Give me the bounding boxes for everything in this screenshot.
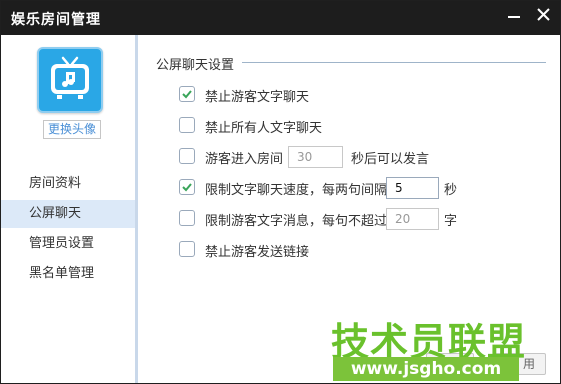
watermark-url: www.jsgho.com <box>333 357 519 381</box>
change-avatar-button[interactable]: 更换头像 <box>43 120 101 139</box>
room-avatar[interactable] <box>37 47 103 113</box>
title-bar: 娱乐房间管理 <box>1 1 560 35</box>
checkbox-forbid-guest-chat[interactable] <box>179 86 195 102</box>
sidebar-item-admin-settings[interactable]: 管理员设置 <box>1 230 135 258</box>
minimize-icon <box>508 16 520 18</box>
sidebar-item-public-chat[interactable]: 公屏聊天 <box>1 200 135 228</box>
sidebar-item-room-info[interactable]: 房间资料 <box>1 170 135 198</box>
section-title: 公屏聊天设置 <box>156 54 243 73</box>
room-management-window: 娱乐房间管理 更换头像 房间资料 公屏聊天 管理员设置 黑名单管理 公屏聊天设置… <box>0 0 561 384</box>
sidebar: 更换头像 房间资料 公屏聊天 管理员设置 黑名单管理 <box>1 35 138 383</box>
guest-delay-input[interactable] <box>288 146 343 168</box>
checkbox-guest-delay[interactable] <box>179 148 195 164</box>
watermark-logo: 技术员联盟 www.jsgho.com <box>331 311 560 383</box>
music-tv-icon <box>51 56 89 99</box>
section-divider <box>236 62 546 63</box>
checkbox-forbid-guest-links[interactable] <box>179 241 195 257</box>
checkbox-chat-speed-limit[interactable] <box>179 179 195 195</box>
window-title: 娱乐房间管理 <box>11 12 101 28</box>
option-label: 禁止所有人文字聊天 <box>205 121 323 136</box>
checkmark-icon <box>182 183 192 192</box>
message-length-input[interactable] <box>386 208 439 230</box>
option-suffix: 秒后可以发言 <box>351 152 430 167</box>
option-label: 禁止游客发送链接 <box>205 245 310 260</box>
option-label: 游客进入房间 <box>205 152 284 167</box>
checkmark-icon <box>182 90 192 99</box>
option-label: 禁止游客文字聊天 <box>205 90 310 105</box>
checkbox-forbid-all-chat[interactable] <box>179 117 195 133</box>
checkbox-guest-message-limit[interactable] <box>179 210 195 226</box>
option-label: 限制游客文字消息，每句不超过 <box>205 214 388 229</box>
option-suffix: 字 <box>444 214 458 229</box>
minimize-button[interactable] <box>499 1 529 29</box>
close-button[interactable] <box>529 1 559 29</box>
close-icon <box>537 8 550 21</box>
chat-interval-input[interactable] <box>386 177 439 199</box>
sidebar-item-blacklist[interactable]: 黑名单管理 <box>1 260 135 288</box>
option-label: 限制文字聊天速度，每两句间隔 <box>205 183 388 198</box>
option-suffix: 秒 <box>444 183 458 198</box>
